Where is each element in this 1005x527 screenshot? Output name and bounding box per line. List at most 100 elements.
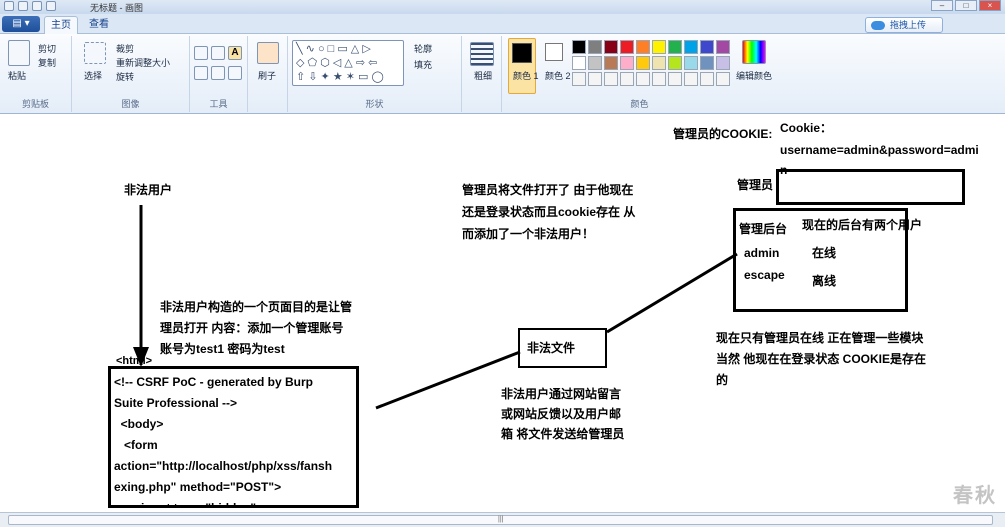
paste-icon[interactable] [8, 40, 30, 66]
app-menu-icon[interactable] [4, 1, 14, 11]
save-icon[interactable] [18, 1, 28, 11]
tab-view[interactable]: 查看 [84, 16, 114, 34]
color-swatch[interactable] [572, 40, 586, 54]
color-swatch[interactable] [700, 56, 714, 70]
color1-label: 颜色 1 [513, 71, 539, 81]
admin-label: 管理员 [737, 178, 774, 192]
edit-colors-icon[interactable] [742, 40, 766, 64]
ribbon-tabs: ▤ ▾ 主页 查看 拖拽上传 [0, 14, 1005, 34]
colors-group: 颜色 1 颜色 2 编辑颜色 颜色 [502, 36, 777, 112]
select-icon[interactable] [84, 42, 106, 64]
magnifier-icon[interactable] [228, 66, 242, 80]
color-swatch[interactable] [588, 56, 602, 70]
color-swatch[interactable] [572, 56, 586, 70]
custom-color-slot[interactable] [684, 72, 698, 86]
admin-opened-line1: 管理员将文件打开了 由于他现在 [462, 183, 634, 197]
colors-group-label: 颜色 [630, 99, 649, 109]
admin-online-line3: 的 [716, 373, 729, 387]
admin-opened-line2: 还是登录状态而且cookie存在 从 [462, 205, 636, 219]
file-menu-button[interactable]: ▤ ▾ [2, 16, 40, 32]
eraser-icon[interactable] [194, 66, 208, 80]
color-swatch[interactable] [716, 56, 730, 70]
color-swatch[interactable] [668, 40, 682, 54]
code-line-4: <form [114, 438, 158, 452]
color-swatch[interactable] [716, 40, 730, 54]
csrf-code-box: <!-- CSRF PoC - generated by Burp Suite … [108, 366, 359, 508]
tab-home[interactable]: 主页 [44, 16, 78, 34]
custom-color-slot[interactable] [572, 72, 586, 86]
edit-colors-button[interactable]: 编辑颜色 [736, 69, 772, 82]
clipboard-group-label: 剪贴板 [21, 99, 49, 109]
copy-button[interactable]: 复制 [38, 56, 56, 69]
watermark-logo: 春秋 [953, 485, 997, 507]
custom-color-slot[interactable] [668, 72, 682, 86]
custom-color-slot[interactable] [716, 72, 730, 86]
redo-icon[interactable] [46, 1, 56, 11]
brushes-group: 刷子 [248, 36, 288, 112]
fill-button[interactable]: 填充 [414, 58, 432, 71]
star-shape-icon[interactable]: ⇧ ⇩ ✦ ★ ✶ ▭ ◯ [296, 72, 384, 83]
rotate-button[interactable]: 旋转 [116, 70, 134, 83]
color-swatch[interactable] [700, 40, 714, 54]
attacker-desc-line3: 账号为test1 密码为test [160, 342, 285, 356]
select-button[interactable]: 选择 [84, 69, 102, 82]
color2-button[interactable]: 颜色 2 [540, 38, 571, 94]
admin-online-line2: 当然 他现在在登录状态 COOKIE是存在 [716, 352, 927, 366]
crop-button[interactable]: 裁剪 [116, 42, 134, 55]
custom-color-slot[interactable] [588, 72, 602, 86]
custom-color-slot[interactable] [620, 72, 634, 86]
color-swatch[interactable] [652, 40, 666, 54]
brushes-button[interactable]: 刷子 [258, 69, 276, 82]
upload-button[interactable]: 拖拽上传 [865, 17, 943, 33]
image-group: 选择 裁剪 重新调整大小 旋转 图像 [72, 36, 190, 112]
undo-icon[interactable] [32, 1, 42, 11]
color-swatch[interactable] [652, 56, 666, 70]
color-swatch[interactable] [604, 40, 618, 54]
line-shape-icon[interactable]: ╲ ∿ ○ □ ▭ △ ▷ [296, 44, 371, 55]
size-icon[interactable] [470, 42, 494, 66]
paste-button[interactable]: 粘贴 [8, 69, 26, 82]
tools-group: A 工具 [190, 36, 248, 112]
fill-icon[interactable] [211, 46, 225, 60]
illegal-file-box: 非法文件 [518, 328, 607, 368]
color-swatch[interactable] [684, 56, 698, 70]
cut-button[interactable]: 剪切 [38, 42, 56, 55]
user-admin-status: 在线 [812, 246, 837, 260]
color-picker-icon[interactable] [211, 66, 225, 80]
backend-note: 现在的后台有两个用户 [802, 218, 923, 232]
user-escape-status: 离线 [812, 274, 837, 288]
color-swatch[interactable] [620, 56, 634, 70]
custom-color-slot[interactable] [652, 72, 666, 86]
outline-button[interactable]: 轮廓 [414, 42, 432, 55]
color1-button[interactable]: 颜色 1 [508, 38, 539, 94]
text-tool-icon[interactable]: A [228, 46, 242, 60]
color-swatch[interactable] [620, 40, 634, 54]
shapes-group: ╲ ∿ ○ □ ▭ △ ▷ ◇ ⬠ ⬡ ◁ △ ⇨ ⇦ ⇧ ⇩ ✦ ★ ✶ ▭ … [288, 36, 462, 112]
custom-color-slot[interactable] [700, 72, 714, 86]
color1-swatch [512, 43, 532, 63]
code-line-5: action="http://localhost/php/xss/fansh [114, 459, 333, 473]
color-swatch[interactable] [636, 56, 650, 70]
custom-color-slot[interactable] [604, 72, 618, 86]
brush-icon[interactable] [257, 42, 279, 64]
resize-button[interactable]: 重新调整大小 [116, 56, 170, 69]
close-button[interactable]: × [979, 0, 1001, 11]
pencil-icon[interactable] [194, 46, 208, 60]
color-swatch[interactable] [636, 40, 650, 54]
file-desc-line3: 箱 将文件发送给管理员 [501, 427, 625, 441]
cookie-value-line1: Cookie： [780, 121, 833, 135]
horizontal-scrollbar[interactable]: ||| [0, 512, 1005, 527]
color-swatch[interactable] [588, 40, 602, 54]
color2-label: 颜色 2 [545, 71, 571, 81]
custom-color-slot[interactable] [636, 72, 650, 86]
size-button[interactable]: 粗细 [474, 69, 492, 82]
cloud-icon [871, 21, 885, 30]
drawing-canvas[interactable]: 非法用户 非法用户构造的一个页面目的是让管 理员打开 内容：添加一个管理账号 账… [0, 115, 1005, 512]
minimize-button[interactable]: – [931, 0, 953, 11]
color-swatch[interactable] [668, 56, 682, 70]
color-swatch[interactable] [684, 40, 698, 54]
clipboard-group: 粘贴 剪切 复制 剪贴板 [0, 36, 72, 112]
maximize-button[interactable]: □ [955, 0, 977, 11]
polygon-shape-icon[interactable]: ◇ ⬠ ⬡ ◁ △ ⇨ ⇦ [296, 58, 377, 69]
color-swatch[interactable] [604, 56, 618, 70]
